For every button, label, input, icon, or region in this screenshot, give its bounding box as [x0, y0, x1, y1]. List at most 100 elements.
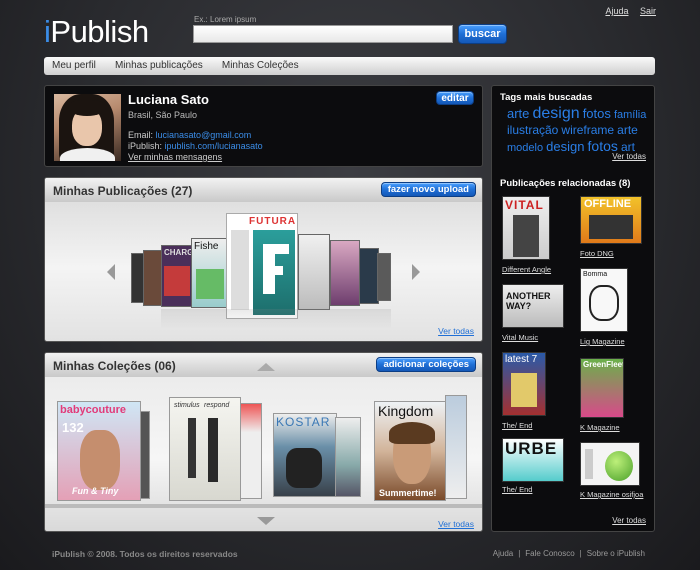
cover-title: Fishe [194, 241, 219, 252]
footer-contact-link[interactable]: Fale Conosco [525, 549, 574, 558]
tag-link[interactable]: arte [507, 106, 529, 121]
footer-copyright: iPublish © 2008. Todos os direitos reser… [52, 549, 238, 559]
featured-title: FUTURA [249, 216, 297, 227]
related-thumb[interactable]: Bomma [580, 268, 628, 332]
sidebar: Tags mais buscadas arte design fotos fam… [491, 85, 655, 532]
collection-caption: respond [204, 402, 230, 409]
collection-item[interactable]: babycouture 132 Fun & Tiny [57, 401, 141, 501]
collection-item[interactable]: Kingdom Summertime! [374, 401, 446, 501]
help-link[interactable]: Ajuda [605, 6, 628, 16]
tag-link[interactable]: arte [617, 123, 638, 137]
ipublish-link[interactable]: ipublish.com/lucianasato [165, 141, 263, 151]
logo-text: Publish [50, 14, 149, 49]
profile-name: Luciana Sato [128, 92, 209, 107]
footer-about-link[interactable]: Sobre o iPublish [587, 549, 645, 558]
collection-issue: 132 [62, 420, 84, 435]
email-link[interactable]: lucianasato@gmail.com [156, 130, 252, 140]
tag-cloud: arte design fotos família ilustração wir… [507, 106, 647, 156]
publication-cover[interactable] [298, 234, 330, 310]
publication-cover[interactable]: Fishe [191, 238, 227, 308]
related-thumb[interactable] [580, 442, 640, 486]
publication-cover[interactable] [377, 253, 391, 301]
related-label[interactable]: Lig Magazine [580, 337, 625, 346]
nav-my-profile[interactable]: Meu perfil [52, 57, 96, 75]
publication-cover[interactable] [359, 248, 379, 304]
edit-button[interactable]: editar [436, 91, 474, 105]
related-label[interactable]: Different Angle [502, 265, 551, 274]
related-label[interactable]: K Magazine [580, 423, 620, 432]
related-title: Publicações relacionadas (8) [500, 178, 631, 189]
thumb-cover-text: OFFLINE [584, 198, 632, 210]
tag-link[interactable]: modelo [507, 142, 543, 154]
collections-up-arrow[interactable] [257, 363, 275, 371]
featured-publication-cover[interactable]: FUTURA [226, 213, 298, 319]
ipublish-label: iPublish: [128, 141, 163, 151]
nav-my-collections[interactable]: Minhas Coleções [222, 57, 299, 75]
related-label[interactable]: Vital Music [502, 333, 538, 342]
carousel-prev-arrow[interactable] [107, 264, 115, 280]
collection-item[interactable]: KOSTAR [273, 413, 337, 497]
publications-see-all-link[interactable]: Ver todas [438, 326, 474, 336]
collection-item[interactable]: stimulus respond [169, 397, 241, 501]
thumb-cover-text: Bomma [583, 271, 608, 278]
tag-link[interactable]: fotos [583, 106, 611, 121]
collections-down-arrow[interactable] [257, 517, 275, 525]
collection-caption: Fun & Tiny [72, 486, 119, 496]
thumb-cover-text: GreenFleet [583, 360, 624, 369]
search-input[interactable] [193, 25, 453, 43]
collections-title: Minhas Coleções (06) [53, 359, 176, 373]
collection-title: stimulus [174, 402, 200, 409]
carousel-next-arrow[interactable] [412, 264, 420, 280]
profile-ipublish: iPublish: ipublish.com/lucianasato [128, 141, 263, 151]
related-thumb[interactable]: OFFLINE [580, 196, 642, 244]
messages-link[interactable]: Ver minhas mensagens [128, 152, 222, 162]
tag-link[interactable]: ilustração [507, 123, 558, 137]
thumb-cover-text: latest 7 [505, 354, 538, 365]
avatar [54, 94, 121, 161]
logout-link[interactable]: Sair [640, 6, 656, 16]
tags-title: Tags mais buscadas [500, 92, 593, 103]
collection-title: Kingdom [378, 403, 434, 419]
footer-links: Ajuda | Fale Conosco | Sobre o iPublish [492, 549, 645, 558]
main-nav: Meu perfil Minhas publicações Minhas Col… [44, 57, 655, 75]
tag-link[interactable]: wireframe [561, 123, 614, 137]
tag-link[interactable]: design [546, 139, 584, 154]
collections-shelf [45, 504, 482, 508]
collections-see-all-link[interactable]: Ver todas [438, 519, 474, 529]
add-collection-button[interactable]: adicionar coleções [376, 357, 476, 372]
profile-card: Luciana Sato Brasil, São Paulo Email: lu… [44, 85, 483, 167]
logo[interactable]: iPublish [44, 14, 149, 50]
related-see-all-link[interactable]: Ver todas [612, 516, 646, 525]
upload-button[interactable]: fazer novo upload [380, 182, 476, 197]
related-thumb[interactable]: ANOTHER WAY? [502, 284, 564, 328]
publications-title: Minhas Publicações (27) [53, 184, 193, 198]
tags-see-all-link[interactable]: Ver todas [612, 152, 646, 161]
related-label[interactable]: Foto DNG [580, 249, 614, 258]
related-thumb[interactable]: URBE [502, 438, 564, 482]
collection-title: babycouture [60, 404, 127, 416]
nav-my-publications[interactable]: Minhas publicações [115, 57, 203, 75]
publications-header: Minhas Publicações (27) fazer novo uploa… [45, 178, 482, 202]
tag-link[interactable]: família [614, 109, 646, 121]
related-label[interactable]: The/ End [502, 421, 532, 430]
collection-title: KOSTAR [276, 415, 331, 429]
profile-location: Brasil, São Paulo [128, 110, 198, 120]
email-label: Email: [128, 130, 154, 140]
tag-link[interactable]: design [532, 105, 579, 122]
collection-caption: Summertime! [379, 488, 437, 498]
profile-email: Email: lucianasato@gmail.com [128, 130, 251, 140]
search-button[interactable]: buscar [458, 24, 507, 44]
related-thumb[interactable]: VITAL [502, 196, 550, 260]
related-thumb[interactable]: latest 7 [502, 352, 546, 416]
thumb-cover-text: VITAL [505, 198, 544, 212]
top-links: Ajuda Sair [596, 6, 656, 16]
cover-title: CHARG [164, 248, 193, 257]
footer-help-link[interactable]: Ajuda [493, 549, 513, 558]
publication-cover[interactable] [143, 250, 163, 306]
related-label[interactable]: K Magazine osifjoa [580, 490, 643, 499]
publication-cover[interactable] [330, 240, 360, 306]
related-thumb[interactable]: GreenFleet [580, 358, 624, 418]
thumb-cover-text: URBE [505, 439, 558, 458]
publication-cover[interactable]: CHARG [161, 245, 193, 307]
related-label[interactable]: The/ End [502, 485, 532, 494]
